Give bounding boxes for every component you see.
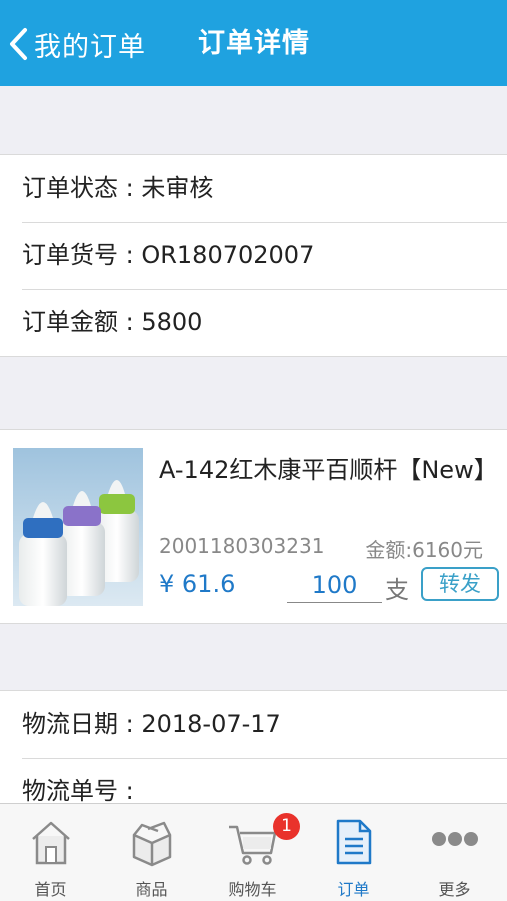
back-label: 我的订单 [34, 31, 146, 63]
forward-button[interactable]: 转发 [421, 567, 499, 601]
product-image [13, 448, 143, 606]
cart-badge: 1 [273, 813, 300, 840]
more-icon [431, 832, 478, 846]
tab-more[interactable]: 更多 [404, 804, 505, 901]
cart-icon [228, 825, 276, 865]
home-icon [31, 821, 70, 865]
tab-orders[interactable]: 订单 [303, 804, 404, 901]
tab-products[interactable]: 商品 [101, 804, 202, 901]
product-name: A-142红木康平百顺杆【New】 [159, 456, 498, 484]
document-icon [336, 819, 371, 865]
order-info-section: 订单状态 : 未审核 订单货号 : OR180702007 订单金额 : 580… [0, 154, 507, 357]
product-card[interactable]: A-142红木康平百顺杆【New】 2001180303231 金额:6160元… [0, 429, 507, 624]
order-amount-row: 订单金额 : 5800 [0, 289, 507, 356]
quantity-unit: 支 [385, 576, 409, 604]
order-status-row: 订单状态 : 未审核 [22, 174, 214, 202]
tab-more-label: 更多 [438, 880, 471, 899]
back-button[interactable]: 我的订单 [8, 22, 146, 66]
product-code: 2001180303231 [159, 534, 325, 558]
order-number-row: 订单货号 : OR180702007 [0, 222, 507, 289]
product-price: ¥ 61.6 [159, 570, 236, 598]
tab-bar: 首页 商品 购物车 订单 更多 [0, 803, 507, 901]
page-title: 订单详情 [198, 28, 310, 59]
tab-orders-label: 订单 [337, 880, 370, 899]
tab-products-label: 商品 [135, 880, 168, 899]
back-chevron-icon [10, 28, 27, 60]
logistics-date-row: 物流日期 : 2018-07-17 [22, 710, 281, 738]
nav-bar: 我的订单 订单详情 [0, 0, 507, 86]
tab-cart-label: 购物车 [228, 880, 277, 899]
tab-home[interactable]: 首页 [0, 804, 101, 901]
tab-home-label: 首页 [34, 880, 67, 899]
box-icon [132, 821, 171, 867]
quantity-field[interactable]: 100 [287, 568, 382, 603]
product-amount: 金额:6160元 [365, 538, 483, 562]
